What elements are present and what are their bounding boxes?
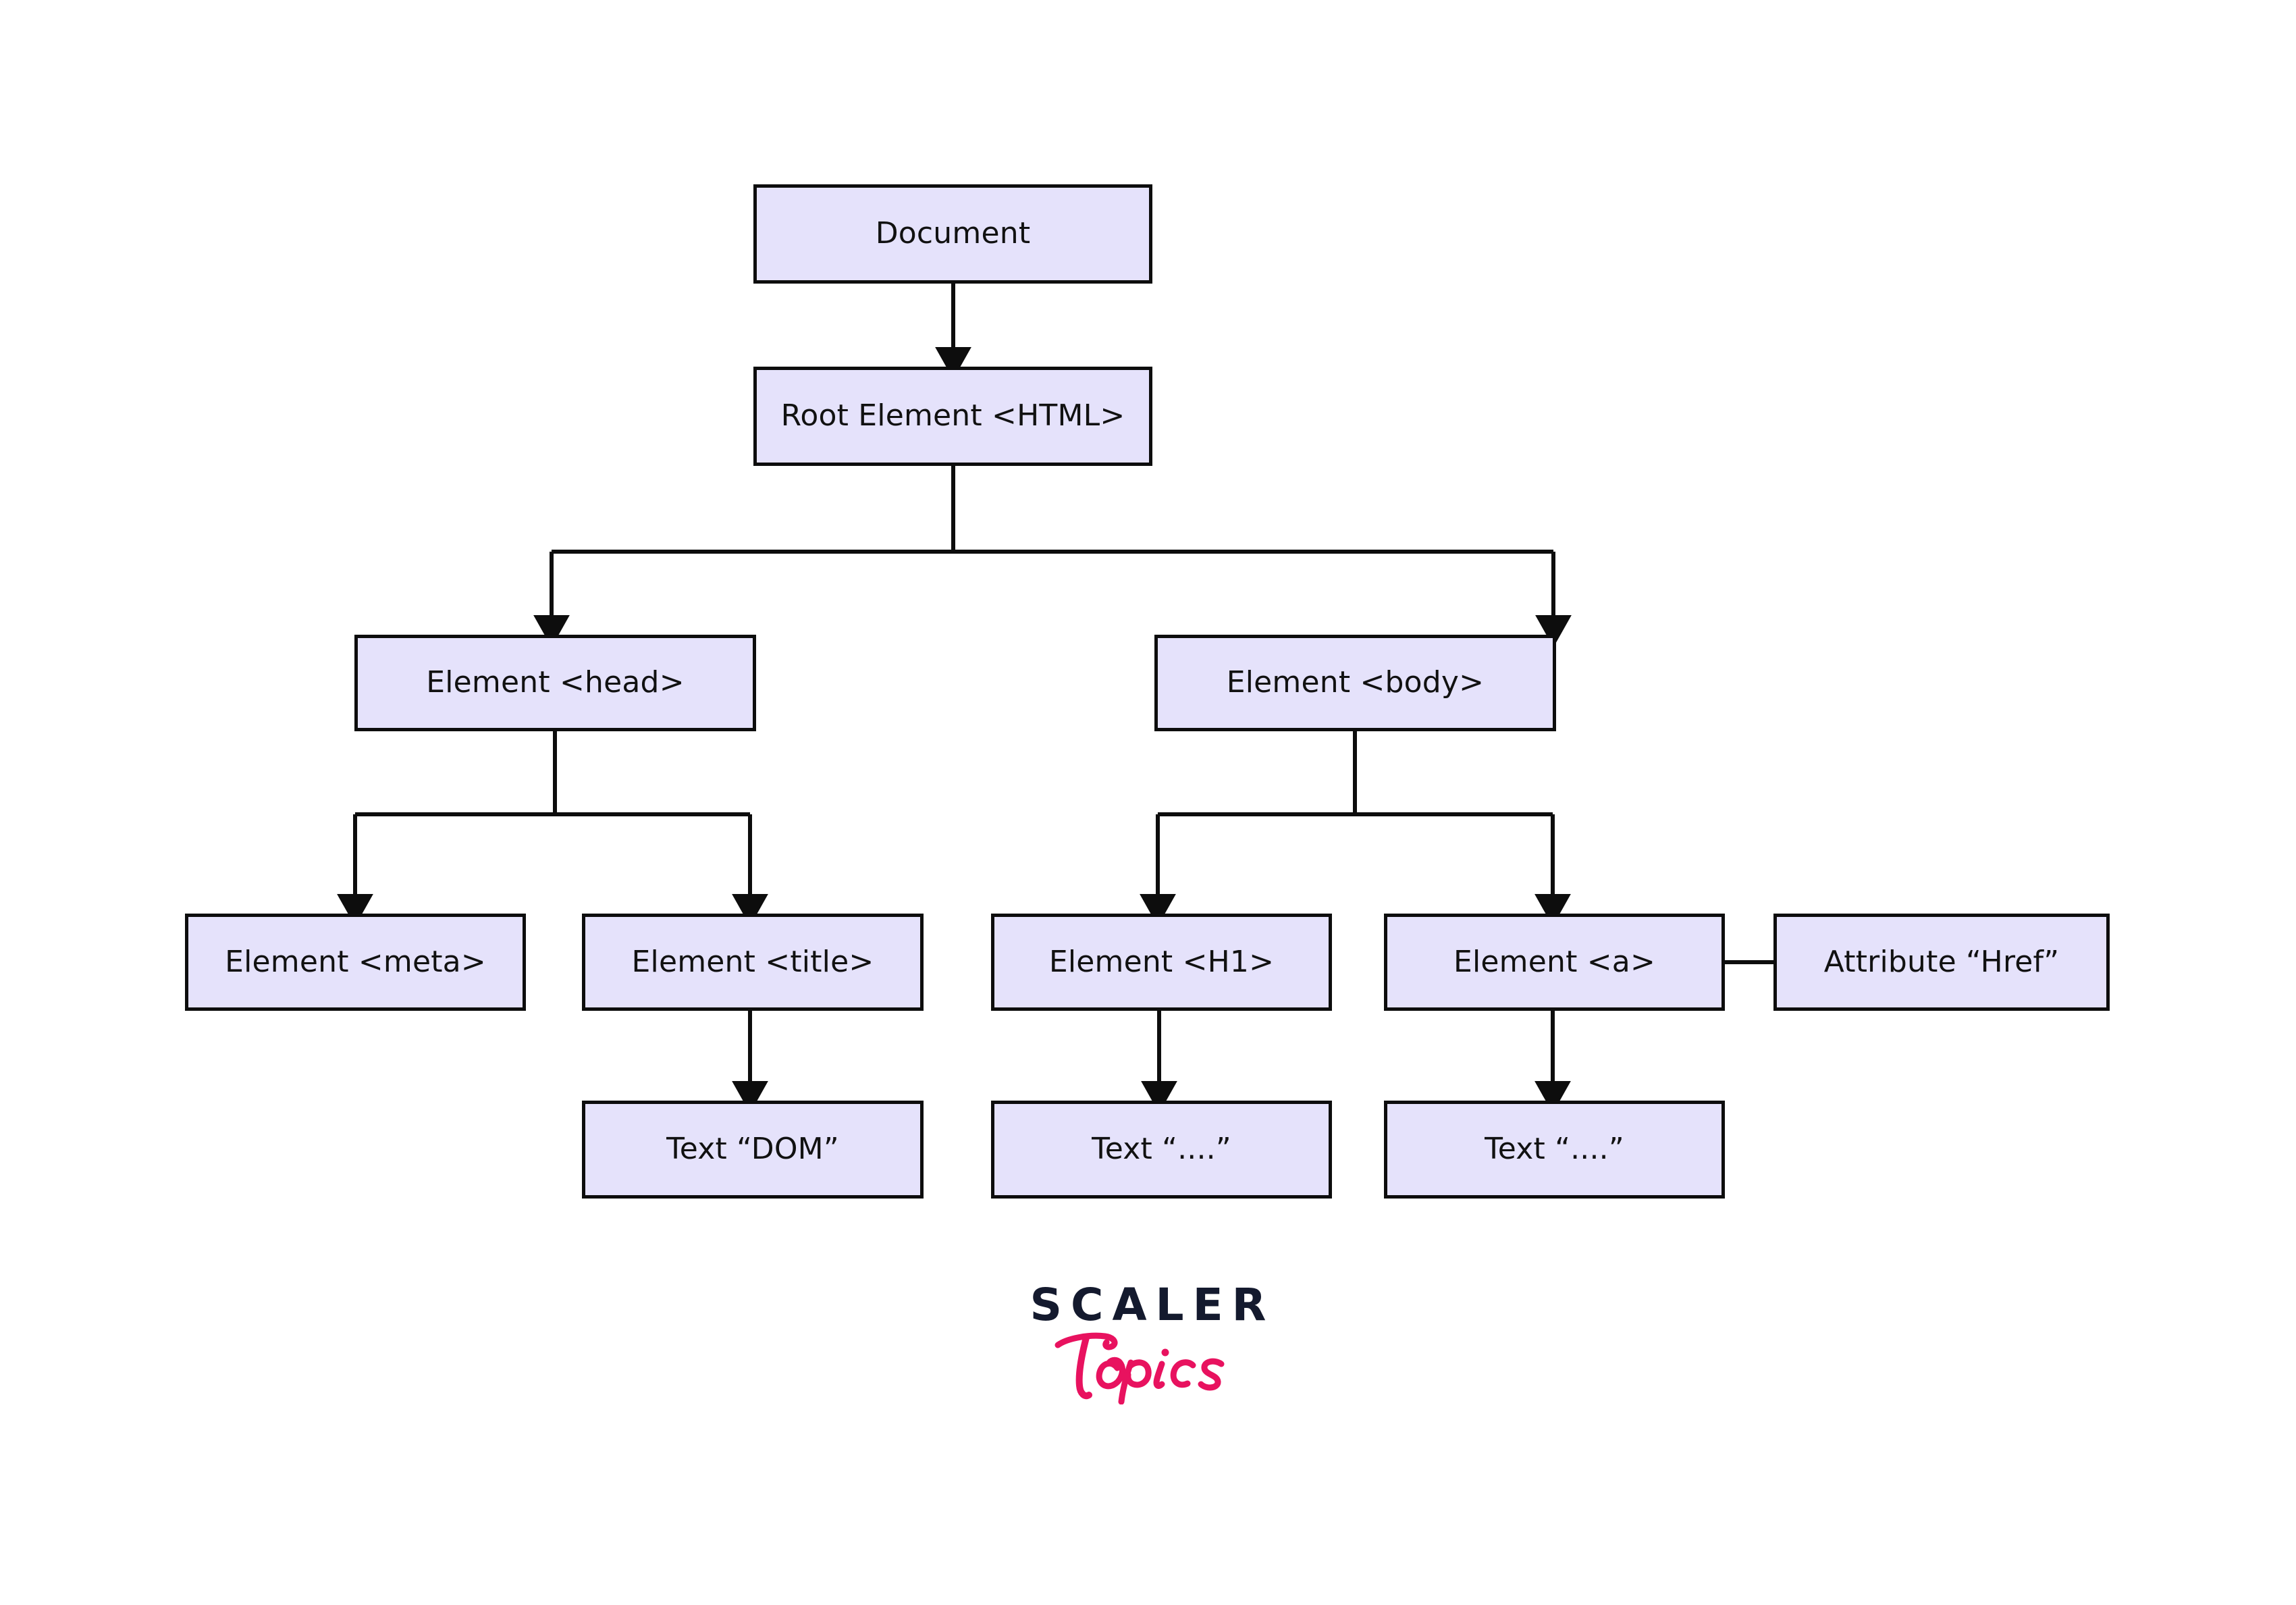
node-element-title-label: Element <title>: [631, 944, 874, 979]
scaler-topics-logo: SCALER: [0, 1283, 2296, 1404]
node-element-meta-label: Element <meta>: [225, 944, 486, 979]
node-attribute-href[interactable]: Attribute “Href”: [1773, 914, 2110, 1011]
node-text-dom-label: Text “DOM”: [666, 1132, 839, 1167]
node-element-head[interactable]: Element <head>: [354, 635, 756, 731]
node-element-body[interactable]: Element <body>: [1154, 635, 1556, 731]
node-element-h1[interactable]: Element <H1>: [991, 914, 1332, 1011]
node-element-anchor[interactable]: Element <a>: [1384, 914, 1725, 1011]
edge-head-to-meta-title: [337, 731, 768, 926]
node-element-head-label: Element <head>: [426, 665, 685, 700]
node-text-anchor[interactable]: Text “....”: [1384, 1101, 1725, 1199]
edge-html-to-head-body: [533, 466, 1572, 648]
node-document[interactable]: Document: [753, 184, 1152, 284]
node-document-label: Document: [875, 216, 1031, 251]
node-element-h1-label: Element <H1>: [1048, 944, 1275, 979]
node-element-meta[interactable]: Element <meta>: [185, 914, 526, 1011]
logo-scaler-wordmark: SCALER: [1030, 1279, 1275, 1331]
logo-topics-script: [0, 1323, 2296, 1404]
node-text-h1[interactable]: Text “....”: [991, 1101, 1332, 1199]
dom-tree-diagram: Document Root Element <HTML> Element <he…: [0, 0, 2296, 1605]
node-text-h1-label: Text “....”: [1092, 1132, 1231, 1167]
node-text-dom[interactable]: Text “DOM”: [582, 1101, 924, 1199]
node-text-anchor-label: Text “....”: [1485, 1132, 1624, 1167]
node-element-anchor-label: Element <a>: [1453, 944, 1656, 979]
node-element-body-label: Element <body>: [1226, 665, 1485, 700]
edge-body-to-h1-anchor: [1140, 731, 1571, 926]
node-root-element-html-label: Root Element <HTML>: [780, 398, 1125, 433]
node-root-element-html[interactable]: Root Element <HTML>: [753, 367, 1152, 466]
node-attribute-href-label: Attribute “Href”: [1823, 944, 2060, 979]
node-element-title[interactable]: Element <title>: [582, 914, 924, 1011]
